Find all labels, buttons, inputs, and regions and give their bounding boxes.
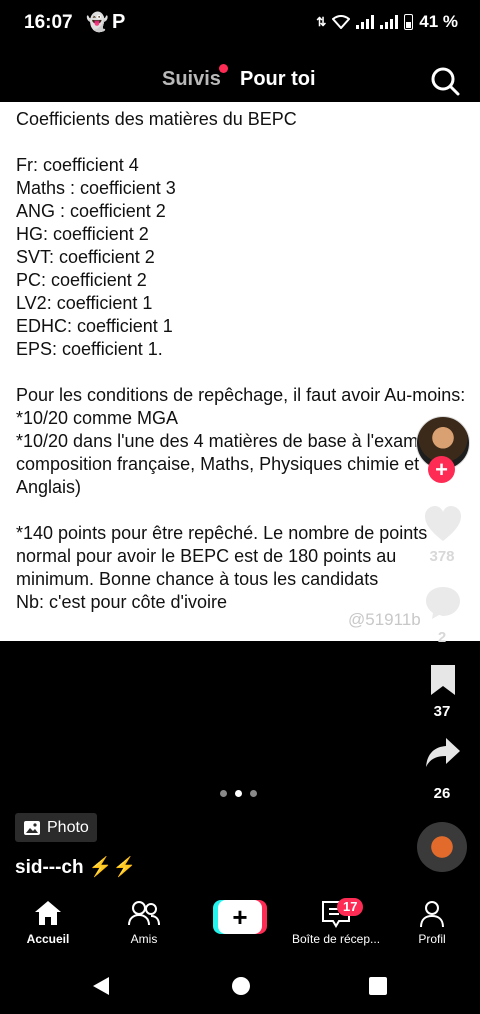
share-count: 26 <box>433 785 451 802</box>
nav-profile-label: Profil <box>418 932 446 946</box>
recents-icon[interactable] <box>369 977 387 995</box>
nav-home-label: Accueil <box>26 932 70 946</box>
like-count: 378 <box>429 548 455 565</box>
battery-level: 41 % <box>419 12 458 31</box>
carousel-pager <box>220 790 257 797</box>
new-content-dot <box>219 64 228 73</box>
profile-icon <box>420 901 444 928</box>
top-feed-tabs: Suivis Pour toi <box>0 58 480 102</box>
bookmark-count: 37 <box>433 703 451 720</box>
signal-icon <box>356 15 375 29</box>
wifi-icon <box>332 15 351 29</box>
post-text: Coefficients des matières du BEPC Fr: co… <box>16 109 466 612</box>
home-circle-icon[interactable] <box>231 976 251 996</box>
battery-icon <box>404 14 414 30</box>
bookmark-icon[interactable] <box>428 663 458 697</box>
share-icon[interactable] <box>424 736 462 770</box>
tab-following[interactable]: Suivis <box>162 68 221 91</box>
back-icon[interactable] <box>92 976 110 996</box>
photo-badge: Photo <box>15 813 97 842</box>
status-bar: 16:07 👻 P ⇅ 41 % <box>0 0 480 48</box>
status-time: 16:07 <box>24 12 73 33</box>
pager-dot <box>250 790 257 797</box>
signal-2-icon <box>380 15 399 29</box>
home-icon <box>35 901 61 925</box>
pager-dot-active <box>235 790 242 797</box>
inbox-badge: 17 <box>337 898 364 916</box>
tab-for-you[interactable]: Pour toi <box>240 68 316 91</box>
follow-button[interactable]: + <box>428 456 455 483</box>
status-icons: ⇅ 41 % <box>316 12 458 32</box>
parking-icon: P <box>112 11 126 33</box>
creator-username[interactable]: sid---ch ⚡⚡ <box>15 855 136 879</box>
plus-icon: + <box>218 900 262 934</box>
music-disc-icon[interactable] <box>417 822 467 872</box>
heart-icon[interactable] <box>423 505 463 543</box>
comment-count: 2 <box>437 629 447 646</box>
watermark: @51911b <box>348 610 421 629</box>
data-arrows-icon: ⇅ <box>316 15 327 29</box>
image-icon <box>24 820 40 835</box>
create-button[interactable]: + <box>213 900 267 934</box>
nav-inbox-label: Boîte de récep... <box>291 932 381 946</box>
bottom-nav: Accueil Amis + Boîte de récep... Profil <box>0 888 480 958</box>
friends-icon <box>128 901 160 926</box>
system-nav <box>0 958 480 1014</box>
snapchat-icon: 👻 <box>86 12 109 32</box>
nav-friends-label: Amis <box>130 932 158 946</box>
search-icon[interactable] <box>430 66 460 96</box>
photo-label: Photo <box>47 818 89 836</box>
pager-dot <box>220 790 227 797</box>
post-image[interactable]: Coefficients des matières du BEPC Fr: co… <box>0 102 480 641</box>
comment-icon[interactable] <box>424 585 462 621</box>
